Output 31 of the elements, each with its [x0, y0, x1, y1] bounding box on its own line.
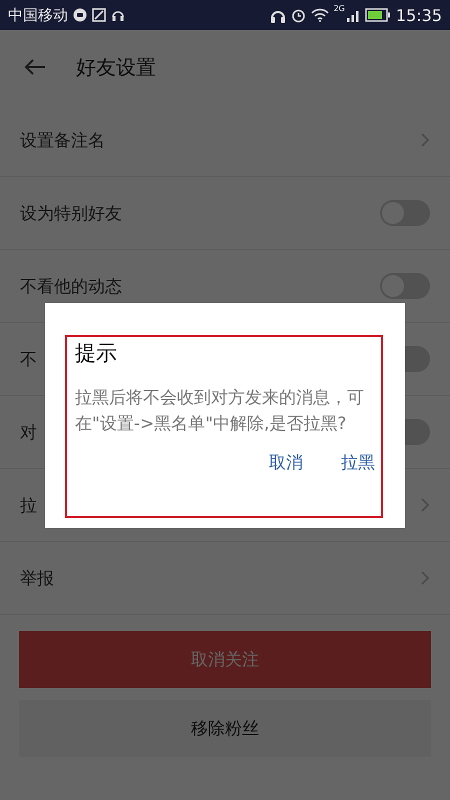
- settings-row[interactable]: 设为特别好友: [0, 177, 450, 250]
- headset-icon: [111, 8, 125, 22]
- back-icon[interactable]: [24, 58, 46, 76]
- row-label: 举报: [20, 568, 54, 590]
- page-title: 好友设置: [76, 54, 156, 80]
- network-type: 2G: [334, 4, 345, 13]
- row-label: 不看他的动态: [20, 276, 122, 298]
- row-label: 设为特别好友: [20, 202, 122, 224]
- wifi-icon: [310, 8, 329, 22]
- dialog-button[interactable]: 拉黑: [341, 451, 375, 474]
- dialog-button[interactable]: 取消: [269, 451, 303, 474]
- chevron-icon: [420, 570, 430, 586]
- chevron-icon: [420, 132, 430, 148]
- action-button[interactable]: 移除粉丝: [19, 700, 431, 757]
- signal-icon: [346, 8, 360, 22]
- message-icon: [73, 8, 87, 22]
- dialog-title: 提示: [75, 340, 118, 367]
- row-label: 设置备注名: [20, 130, 105, 152]
- alarm-icon: [290, 8, 306, 22]
- dialog-message: 拉黑后将不会收到对方发来的消息，可在"设置->黑名单"中解除,是否拉黑?: [75, 387, 365, 436]
- row-label: 不: [20, 348, 37, 370]
- image-icon: [92, 8, 106, 22]
- row-label: 对: [20, 422, 37, 444]
- settings-row[interactable]: 设置备注名: [0, 104, 450, 177]
- clock-time: 15:35: [396, 6, 442, 24]
- settings-row[interactable]: 举报: [0, 542, 450, 615]
- row-label: 拉: [20, 494, 37, 516]
- battery-icon: [364, 8, 391, 22]
- action-button[interactable]: 取消关注: [19, 631, 431, 688]
- chevron-icon: [420, 497, 430, 513]
- carrier-name: 中国移动: [8, 6, 68, 24]
